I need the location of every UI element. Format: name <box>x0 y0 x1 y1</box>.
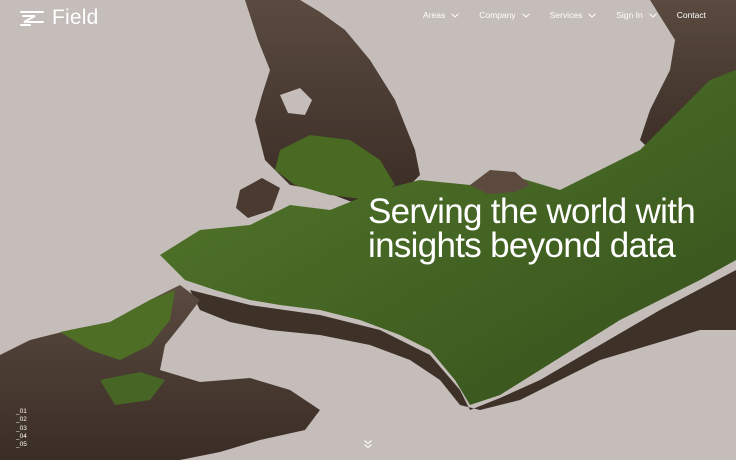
field-logo-icon <box>20 11 44 26</box>
slide-link-04[interactable]: _04 <box>16 433 27 441</box>
chevron-down-icon <box>588 12 597 18</box>
chevron-down-icon <box>451 12 460 18</box>
brand-logo[interactable]: Field <box>20 7 99 29</box>
double-chevron-down-icon[interactable] <box>363 439 373 449</box>
nav-item-sign-in[interactable]: Sign In <box>616 10 657 20</box>
chevron-down-icon <box>648 12 657 18</box>
slide-link-03[interactable]: _03 <box>16 425 27 433</box>
slide-link-05[interactable]: _05 <box>16 441 27 449</box>
brand-name: Field <box>52 6 99 29</box>
main-nav: Areas Company Services Sign In Contact <box>423 8 706 22</box>
slide-index: _01 _02 _03 _04 _05 <box>16 408 27 449</box>
nav-item-label: Areas <box>423 10 446 20</box>
nav-item-label: Company <box>479 10 516 20</box>
hero-headline: Serving the world with insights beyond d… <box>368 192 730 265</box>
nav-item-label: Services <box>549 10 583 20</box>
hero-headline-line-1: Serving the world with <box>368 192 696 231</box>
nav-item-company[interactable]: Company <box>479 10 530 20</box>
nav-item-areas[interactable]: Areas <box>423 10 460 20</box>
slide-link-02[interactable]: _02 <box>16 416 27 424</box>
nav-item-contact[interactable]: Contact <box>677 10 706 20</box>
chevron-down-icon <box>521 12 530 18</box>
nav-item-label: Sign In <box>616 10 643 20</box>
nav-item-services[interactable]: Services <box>550 10 597 20</box>
slide-link-01[interactable]: _01 <box>16 408 27 416</box>
nav-item-label: Contact <box>676 10 706 20</box>
hero-headline-line-2: insights beyond data <box>368 226 676 265</box>
